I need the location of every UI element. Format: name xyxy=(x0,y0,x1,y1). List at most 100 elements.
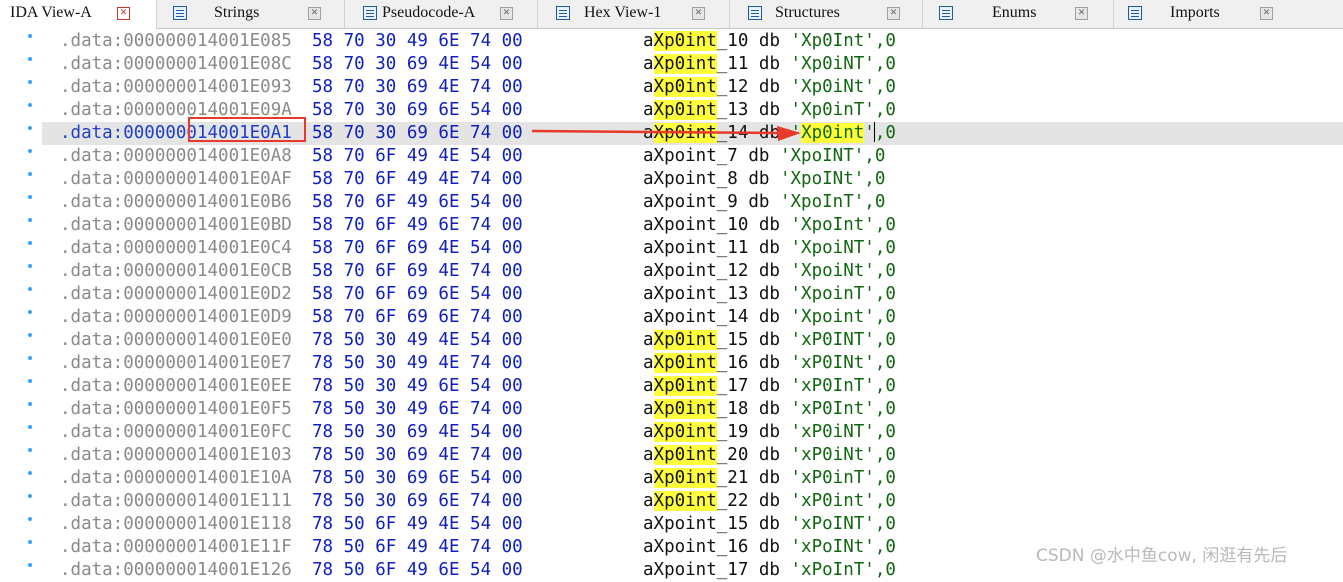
listing-row[interactable]: .data:000000014001E0AF 58 70 6F 49 4E 74 … xyxy=(42,168,1343,191)
row-label[interactable]: aXp0int_22 xyxy=(643,491,748,511)
row-label[interactable]: aXp0int_10 xyxy=(643,31,748,51)
gutter-dot[interactable] xyxy=(28,402,32,406)
row-label[interactable]: aXp0int_19 xyxy=(643,422,748,442)
tab-hex-view-1[interactable]: Hex View-1 ✕ xyxy=(538,0,730,28)
row-definition[interactable]: aXpoint_8 db 'XpoINt',0 xyxy=(643,168,885,191)
row-definition[interactable]: aXpoint_17 db 'xPoInT',0 xyxy=(643,559,896,582)
tab-strings[interactable]: Strings ✕ xyxy=(157,0,345,28)
listing-row[interactable]: .data:000000014001E0D2 58 70 6F 69 6E 54 … xyxy=(42,283,1343,306)
gutter-dot[interactable] xyxy=(28,563,32,567)
row-label[interactable]: aXpoint_17 xyxy=(643,560,748,580)
row-address[interactable]: .data:000000014001E0C4 xyxy=(60,237,292,260)
close-icon[interactable]: ✕ xyxy=(887,7,900,20)
listing-row[interactable]: .data:000000014001E0E7 78 50 30 49 4E 74 … xyxy=(42,352,1343,375)
row-address[interactable]: .data:000000014001E103 xyxy=(60,444,292,467)
row-label[interactable]: aXp0int_16 xyxy=(643,353,748,373)
row-address[interactable]: .data:000000014001E0D2 xyxy=(60,283,292,306)
row-address[interactable]: .data:000000014001E0F5 xyxy=(60,398,292,421)
listing-row[interactable]: .data:000000014001E0CB 58 70 6F 69 4E 74 … xyxy=(42,260,1343,283)
row-label[interactable]: aXp0int_14 xyxy=(643,123,748,143)
row-definition[interactable]: aXp0int_16 db 'xP0INt',0 xyxy=(643,352,896,375)
listing-row[interactable]: .data:000000014001E118 78 50 6F 49 4E 54 … xyxy=(42,513,1343,536)
gutter-dot[interactable] xyxy=(28,218,32,222)
row-address[interactable]: .data:000000014001E0E7 xyxy=(60,352,292,375)
row-address[interactable]: .data:000000014001E10A xyxy=(60,467,292,490)
gutter-dot[interactable] xyxy=(28,310,32,314)
row-address[interactable]: .data:000000014001E0CB xyxy=(60,260,292,283)
row-label[interactable]: aXp0int_21 xyxy=(643,468,748,488)
row-label[interactable]: aXpoint_11 xyxy=(643,238,748,258)
listing-row[interactable]: .data:000000014001E0F5 78 50 30 49 6E 74 … xyxy=(42,398,1343,421)
row-label[interactable]: aXp0int_11 xyxy=(643,54,748,74)
gutter-dot[interactable] xyxy=(28,172,32,176)
code-gutter[interactable] xyxy=(0,29,42,572)
tab-enums[interactable]: Enums ✕ xyxy=(923,0,1114,28)
row-label[interactable]: aXp0int_18 xyxy=(643,399,748,419)
listing-row[interactable]: .data:000000014001E085 58 70 30 49 6E 74 … xyxy=(42,30,1343,53)
row-label[interactable]: aXpoint_16 xyxy=(643,537,748,557)
gutter-dot[interactable] xyxy=(28,425,32,429)
row-definition[interactable]: aXpoint_10 db 'XpoInt',0 xyxy=(643,214,896,237)
row-definition[interactable]: aXpoint_13 db 'XpoinT',0 xyxy=(643,283,896,306)
row-definition[interactable]: aXp0int_22 db 'xP0int',0 xyxy=(643,490,896,513)
gutter-dot[interactable] xyxy=(28,241,32,245)
tab-imports[interactable]: Imports ✕ xyxy=(1114,0,1343,28)
row-address[interactable]: .data:000000014001E11F xyxy=(60,536,292,559)
listing-row[interactable]: .data:000000014001E10A 78 50 30 69 6E 54 … xyxy=(42,467,1343,490)
gutter-dot[interactable] xyxy=(28,494,32,498)
row-definition[interactable]: aXp0int_21 db 'xP0inT',0 xyxy=(643,467,896,490)
listing-row[interactable]: .data:000000014001E08C 58 70 30 69 4E 54 … xyxy=(42,53,1343,76)
close-icon[interactable]: ✕ xyxy=(692,7,705,20)
row-label[interactable]: aXp0int_12 xyxy=(643,77,748,97)
listing-row[interactable]: .data:000000014001E0FC 78 50 30 69 4E 54 … xyxy=(42,421,1343,444)
gutter-dot[interactable] xyxy=(28,356,32,360)
row-label[interactable]: aXp0int_13 xyxy=(643,100,748,120)
gutter-dot[interactable] xyxy=(28,80,32,84)
gutter-dot[interactable] xyxy=(28,195,32,199)
row-label[interactable]: aXpoint_10 xyxy=(643,215,748,235)
gutter-dot[interactable] xyxy=(28,264,32,268)
row-definition[interactable]: aXp0int_18 db 'xP0Int',0 xyxy=(643,398,896,421)
tab-structures[interactable]: Structures ✕ xyxy=(730,0,923,28)
row-address[interactable]: .data:000000014001E118 xyxy=(60,513,292,536)
row-label[interactable]: aXpoint_9 xyxy=(643,192,738,212)
close-icon[interactable]: ✕ xyxy=(1075,7,1088,20)
row-address[interactable]: .data:000000014001E085 xyxy=(60,30,292,53)
row-definition[interactable]: aXp0int_13 db 'Xp0inT',0 xyxy=(643,99,896,122)
listing-row[interactable]: .data:000000014001E0B6 58 70 6F 49 6E 54 … xyxy=(42,191,1343,214)
row-definition[interactable]: aXp0int_11 db 'Xp0iNT',0 xyxy=(643,53,896,76)
listing-row[interactable]: .data:000000014001E0A8 58 70 6F 49 4E 54 … xyxy=(42,145,1343,168)
row-label[interactable]: aXpoint_7 xyxy=(643,146,738,166)
close-icon[interactable]: ✕ xyxy=(117,7,130,20)
row-address[interactable]: .data:000000014001E126 xyxy=(60,559,292,582)
row-address[interactable]: .data:000000014001E08C xyxy=(60,53,292,76)
gutter-dot[interactable] xyxy=(28,517,32,521)
row-address[interactable]: .data:000000014001E0EE xyxy=(60,375,292,398)
listing-row[interactable]: .data:000000014001E0BD 58 70 6F 49 6E 74 … xyxy=(42,214,1343,237)
gutter-dot[interactable] xyxy=(28,287,32,291)
disassembly-listing[interactable]: .data:000000014001E085 58 70 30 49 6E 74 … xyxy=(42,29,1343,580)
row-definition[interactable]: aXp0int_12 db 'Xp0iNt',0 xyxy=(643,76,896,99)
row-definition[interactable]: aXpoint_11 db 'XpoiNT',0 xyxy=(643,237,896,260)
row-label[interactable]: aXpoint_12 xyxy=(643,261,748,281)
gutter-dot[interactable] xyxy=(28,448,32,452)
row-label[interactable]: aXpoint_15 xyxy=(643,514,748,534)
row-address[interactable]: .data:000000014001E111 xyxy=(60,490,292,513)
row-address[interactable]: .data:000000014001E0BD xyxy=(60,214,292,237)
gutter-dot[interactable] xyxy=(28,126,32,130)
row-definition[interactable]: aXp0int_20 db 'xP0iNt',0 xyxy=(643,444,896,467)
listing-row[interactable]: .data:000000014001E093 58 70 30 69 4E 74 … xyxy=(42,76,1343,99)
tab-pseudocode-a[interactable]: Pseudocode-A ✕ xyxy=(345,0,538,28)
gutter-dot[interactable] xyxy=(28,379,32,383)
row-definition[interactable]: aXpoint_15 db 'xPoINT',0 xyxy=(643,513,896,536)
row-address[interactable]: .data:000000014001E0D9 xyxy=(60,306,292,329)
row-label[interactable]: aXp0int_17 xyxy=(643,376,748,396)
row-definition[interactable]: aXpoint_12 db 'XpoiNt',0 xyxy=(643,260,896,283)
listing-row[interactable]: .data:000000014001E103 78 50 30 69 4E 74 … xyxy=(42,444,1343,467)
close-icon[interactable]: ✕ xyxy=(308,7,321,20)
row-address[interactable]: .data:000000014001E0B6 xyxy=(60,191,292,214)
row-label[interactable]: aXpoint_14 xyxy=(643,307,748,327)
gutter-dot[interactable] xyxy=(28,103,32,107)
row-label[interactable]: aXp0int_15 xyxy=(643,330,748,350)
close-icon[interactable]: ✕ xyxy=(1260,7,1273,20)
